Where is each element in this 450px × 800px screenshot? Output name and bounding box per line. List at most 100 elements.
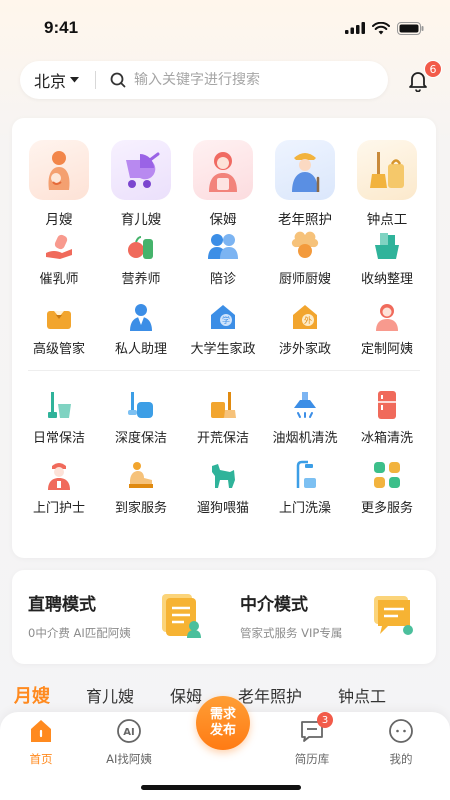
search-input[interactable]: [134, 72, 365, 88]
service-label: 开荒保洁: [196, 431, 249, 446]
direct-hire-mode[interactable]: 直聘模式 0中介费 AI匹配阿姨: [12, 570, 224, 664]
nanny-icon: [193, 140, 253, 200]
service-storage[interactable]: 收纳整理: [346, 222, 428, 292]
service-baomu[interactable]: 保姆: [182, 118, 264, 228]
service-pet-care[interactable]: 遛狗喂猫: [182, 451, 264, 521]
service-label: 私人助理: [114, 342, 167, 357]
hand-bottle-icon: [43, 230, 75, 262]
service-reclamation-cleaning[interactable]: 开荒保洁: [182, 381, 264, 451]
service-more[interactable]: 更多服务: [346, 451, 428, 521]
agency-mode[interactable]: 中介模式 管家式服务 VIP专属: [224, 570, 436, 664]
service-foreign-housekeeping[interactable]: 外 涉外家政: [264, 292, 346, 362]
service-home-bathing[interactable]: 上门洗澡: [264, 451, 346, 521]
resume-badge: 3: [317, 712, 333, 728]
service-label: 深度保洁: [114, 431, 167, 446]
status-icons: [345, 21, 424, 35]
service-label: 定制阿姨: [360, 342, 413, 357]
status-bar: 9:41: [0, 0, 450, 56]
service-companion[interactable]: 陪诊: [182, 222, 264, 292]
custom-auntie-icon: [371, 300, 403, 332]
service-label: 涉外家政: [278, 342, 331, 357]
service-chef[interactable]: 厨师厨嫂: [264, 222, 346, 292]
service-label: 收纳整理: [360, 272, 413, 287]
signal-icon: [345, 22, 365, 34]
nutrition-icon: [125, 230, 157, 262]
service-label: 上门护士: [32, 501, 85, 516]
service-custom-auntie[interactable]: 定制阿姨: [346, 292, 428, 362]
service-student-housekeeping[interactable]: 学 大学生家政: [182, 292, 264, 362]
nav-label: 我的: [389, 752, 413, 766]
nav-ai-find[interactable]: AI AI找阿姨: [94, 718, 164, 767]
city-selector[interactable]: 北京: [34, 68, 80, 92]
service-label: 厨师厨嫂: [278, 272, 331, 287]
mop-bucket-icon: [43, 389, 75, 421]
resume-chat-icon: 3: [299, 712, 333, 744]
service-elderly-care[interactable]: 老年照护: [264, 118, 346, 228]
notification-badge: 6: [424, 60, 442, 78]
companion-icon: [207, 230, 239, 262]
nav-label: 首页: [29, 752, 53, 766]
tab-yuerso[interactable]: 育儿嫂: [86, 683, 134, 707]
service-assistant[interactable]: 私人助理: [100, 292, 182, 362]
cleaning-services: 日常保洁 深度保洁 开荒保洁 油烟机清洗 冰箱清洗 上门护士 到家服务 遛狗喂猫…: [12, 381, 436, 521]
service-yuesao[interactable]: 月嫂: [18, 118, 100, 228]
service-daily-cleaning[interactable]: 日常保洁: [18, 381, 100, 451]
cleaning-kit-icon: [207, 389, 239, 421]
tab-baomu[interactable]: 保姆: [170, 683, 202, 707]
status-time: 9:41: [44, 18, 79, 37]
service-label: 高级管家: [32, 342, 85, 357]
service-label: 大学生家政: [190, 342, 256, 357]
home-service-icon: [125, 459, 157, 491]
service-label: 日常保洁: [32, 431, 85, 446]
service-label: 油烟机清洗: [272, 431, 338, 446]
service-nutritionist[interactable]: 营养师: [100, 222, 182, 292]
service-butler[interactable]: 高级管家: [18, 292, 100, 362]
broom-bag-icon: [357, 140, 417, 200]
bottom-nav: 首页 AI AI找阿姨 需求 发布 3 简历库 我的: [0, 696, 450, 800]
student-house-icon: 学: [207, 300, 239, 332]
publish-label-line1: 需求: [209, 707, 236, 722]
service-lactation[interactable]: 催乳师: [18, 222, 100, 292]
service-deep-cleaning[interactable]: 深度保洁: [100, 381, 182, 451]
service-hourly[interactable]: 钟点工: [346, 118, 428, 228]
nav-home[interactable]: 首页: [6, 718, 76, 767]
city-label: 北京: [34, 72, 67, 91]
range-hood-icon: [289, 389, 321, 421]
butler-icon: [43, 300, 75, 332]
publish-label-line2: 发布: [209, 723, 236, 738]
battery-icon: [397, 21, 424, 35]
shower-icon: [289, 459, 321, 491]
publish-demand-button[interactable]: 需求 发布: [196, 696, 250, 750]
service-label: 营养师: [121, 272, 161, 287]
service-label: 陪诊: [209, 272, 236, 287]
tab-elderly-care[interactable]: 老年照护: [238, 683, 302, 707]
tab-yuesao[interactable]: 月嫂: [14, 682, 50, 708]
service-label: 催乳师: [39, 272, 79, 287]
service-home-service[interactable]: 到家服务: [100, 451, 182, 521]
svg-text:AI: AI: [123, 727, 134, 738]
foreign-house-icon: 外: [289, 300, 321, 332]
nurse-icon: [43, 459, 75, 491]
stroller-icon: [111, 140, 171, 200]
service-home-nurse[interactable]: 上门护士: [18, 451, 100, 521]
service-range-hood[interactable]: 油烟机清洗: [264, 381, 346, 451]
fridge-icon: [371, 389, 403, 421]
storage-basket-icon: [371, 230, 403, 262]
mother-baby-icon: [29, 140, 89, 200]
notification-button[interactable]: 6: [406, 60, 442, 93]
service-fridge[interactable]: 冰箱清洗: [346, 381, 428, 451]
svg-text:外: 外: [304, 315, 312, 325]
chef-icon: [289, 230, 321, 262]
svg-text:学: 学: [222, 315, 230, 325]
nav-resume[interactable]: 3 简历库: [277, 712, 347, 767]
tab-hourly[interactable]: 钟点工: [338, 683, 386, 707]
nav-mine[interactable]: 我的: [366, 718, 436, 767]
service-yuerso[interactable]: 育儿嫂: [100, 118, 182, 228]
search-icon: [110, 72, 126, 88]
dog-icon: [207, 459, 239, 491]
profile-icon: [388, 718, 414, 744]
service-label: 冰箱清洗: [360, 431, 413, 446]
wifi-icon: [372, 21, 390, 34]
search-bar: 北京: [20, 61, 388, 99]
header: 北京 6: [20, 60, 442, 100]
